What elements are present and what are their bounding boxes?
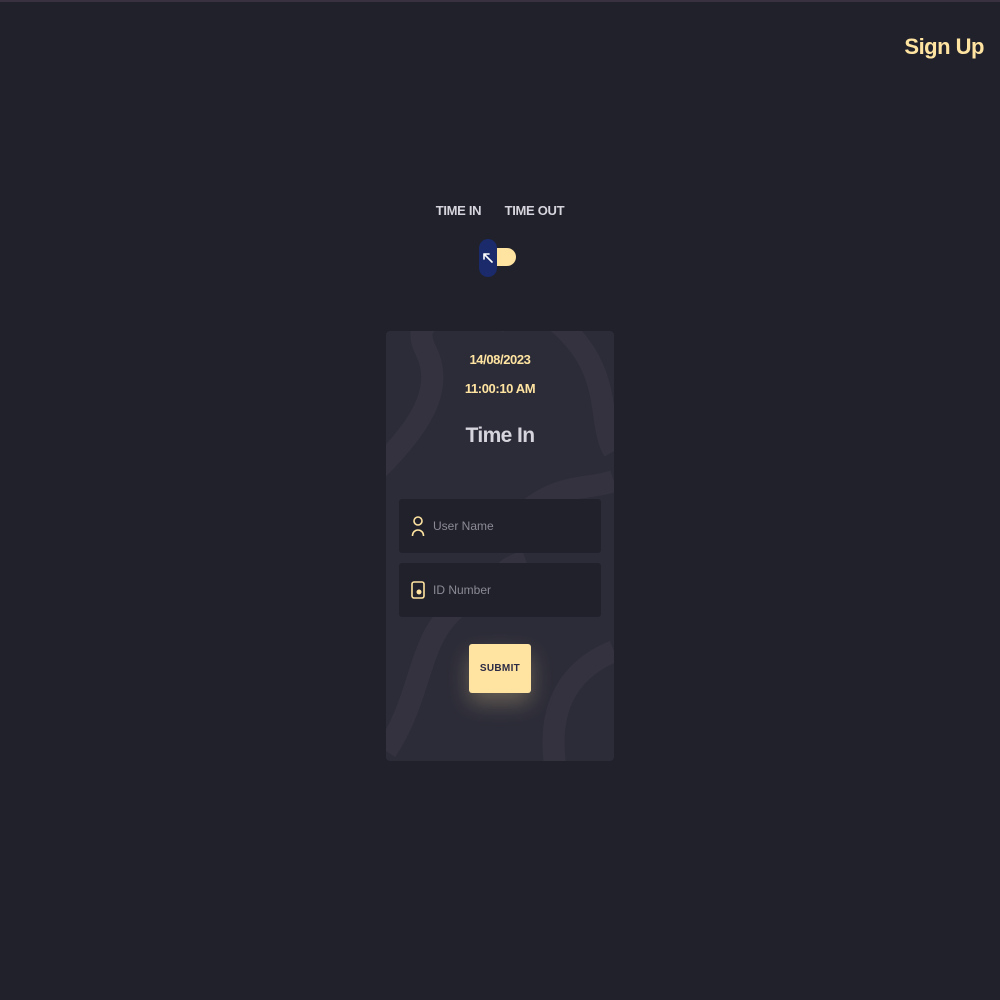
toggle-labels: TIME IN TIME OUT: [0, 203, 1000, 218]
sign-up-link[interactable]: Sign Up: [904, 34, 984, 60]
username-field[interactable]: [399, 499, 601, 553]
arrow-up-left-icon: [483, 253, 493, 263]
current-time: 11:00:10 AM: [464, 381, 536, 396]
toggle-knob[interactable]: [479, 239, 497, 277]
current-date: 14/08/2023: [469, 352, 531, 367]
id-number-field[interactable]: [399, 563, 601, 617]
user-icon: [411, 516, 425, 537]
top-border: [0, 0, 1000, 2]
time-toggle-switch[interactable]: [479, 239, 516, 277]
id-card-icon: [411, 581, 425, 599]
username-input[interactable]: [431, 518, 595, 534]
time-in-card: 14/08/2023 11:00:10 AM Time In SUBMIT: [386, 331, 614, 761]
card-title: Time In: [465, 424, 536, 447]
time-out-label[interactable]: TIME OUT: [505, 203, 565, 218]
id-number-input[interactable]: [431, 582, 595, 598]
time-in-label[interactable]: TIME IN: [436, 203, 482, 218]
submit-button[interactable]: SUBMIT: [469, 644, 531, 693]
